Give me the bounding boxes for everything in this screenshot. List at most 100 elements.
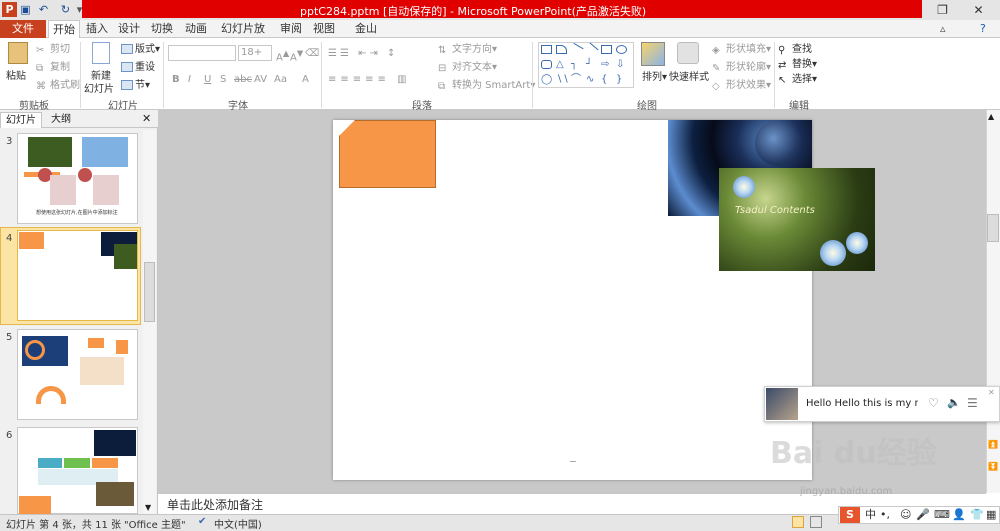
shape-effects-button[interactable]: ◇ 形状效果▾: [712, 79, 771, 92]
redo-icon[interactable]: ↻: [58, 2, 73, 17]
section-button[interactable]: 节▾: [121, 79, 150, 92]
copy-button[interactable]: ⧉ 复制: [36, 61, 70, 74]
paste-button[interactable]: 粘贴: [6, 67, 26, 82]
underline-button[interactable]: U: [204, 73, 211, 86]
slides-pane-scrollbar[interactable]: [143, 130, 156, 514]
sorter-view-icon[interactable]: [810, 516, 822, 528]
cut-button[interactable]: ✂ 剪切: [36, 43, 70, 56]
square-shape-icon[interactable]: [601, 45, 612, 54]
customize-qat-icon[interactable]: ▾: [72, 2, 87, 17]
heart-icon[interactable]: ♡: [928, 396, 939, 410]
user-icon[interactable]: 👤: [952, 507, 966, 523]
theme-name[interactable]: "Office 主题": [124, 516, 186, 531]
tab-review[interactable]: 审阅: [280, 20, 302, 38]
new-slide-button-line2[interactable]: 幻灯片: [84, 80, 114, 95]
align-buttons-icon[interactable]: ≡≡≡≡≡ ▥: [328, 73, 411, 86]
spellcheck-icon[interactable]: ✔: [198, 516, 206, 527]
select-button[interactable]: ↖ 选择▾: [778, 73, 817, 86]
close-popup-icon[interactable]: ✕: [988, 388, 995, 397]
font-color-icon[interactable]: A: [302, 73, 309, 86]
find-button[interactable]: ⚲ 查找: [778, 43, 812, 56]
notes-placeholder[interactable]: 单击此处添加备注: [167, 496, 263, 513]
grow-font-icon[interactable]: A▲: [276, 47, 289, 64]
language-indicator[interactable]: 中文(中国): [214, 516, 262, 531]
normal-view-icon[interactable]: [792, 516, 804, 528]
arrange-icon[interactable]: [641, 42, 665, 66]
rounded-rect-shape-icon[interactable]: [541, 60, 552, 69]
text-direction-button[interactable]: ⇅ 文字方向▾: [438, 43, 497, 56]
down-arrow-shape-icon[interactable]: ⇩: [616, 60, 627, 70]
prev-slide-icon[interactable]: ⏫: [988, 440, 998, 450]
tab-view[interactable]: 视图: [313, 20, 335, 38]
restore-window-icon[interactable]: ❐: [930, 1, 955, 19]
clear-format-icon[interactable]: ⌫: [305, 47, 319, 60]
tab-design[interactable]: 设计: [118, 20, 140, 38]
tab-file[interactable]: 文件: [0, 20, 46, 38]
font-size-input[interactable]: 18+: [238, 45, 272, 61]
text-box-shape-icon[interactable]: [556, 45, 567, 54]
elbow-arrow-icon[interactable]: ┘: [586, 60, 597, 70]
powerpoint-app-icon[interactable]: P: [2, 2, 17, 17]
paste-icon[interactable]: [8, 42, 28, 64]
align-text-button[interactable]: ⊟ 对齐文本▾: [438, 61, 497, 74]
quick-styles-button[interactable]: 快速样式: [669, 68, 709, 83]
shadow-button[interactable]: S: [220, 73, 226, 86]
rounded-shape-icon[interactable]: ◯: [541, 75, 552, 85]
arrange-button[interactable]: 排列▾: [642, 68, 667, 83]
volume-icon[interactable]: 🔈: [947, 396, 961, 409]
elbow-connector-icon[interactable]: ┐: [571, 60, 582, 70]
collapse-ribbon-icon[interactable]: ▵: [940, 22, 946, 35]
tab-jinshan-pdf[interactable]: 金山PDF: [346, 20, 386, 53]
ime-mode[interactable]: 中: [865, 507, 876, 523]
reset-button[interactable]: 重设: [121, 61, 155, 74]
scroll-down-arrow-icon[interactable]: ▼: [145, 503, 151, 512]
tab-slides[interactable]: 幻灯片: [0, 112, 42, 128]
rectangle-shape-icon[interactable]: [541, 45, 552, 54]
replace-button[interactable]: ⇄ 替换▾: [778, 58, 817, 71]
shape-outline-button[interactable]: ✎ 形状轮廓▾: [712, 61, 771, 74]
brace-close-shape-icon[interactable]: }: [616, 75, 627, 85]
font-name-input[interactable]: [168, 45, 236, 61]
tab-animations[interactable]: 动画: [185, 20, 207, 38]
layout-button[interactable]: 版式▾: [121, 43, 160, 56]
brace-shape-icon[interactable]: {: [601, 75, 612, 85]
tab-slideshow[interactable]: 幻灯片放映: [218, 20, 268, 53]
next-slide-icon[interactable]: ⏬: [988, 462, 998, 472]
right-arrow-shape-icon[interactable]: ⇨: [601, 60, 612, 70]
editor-scroll-thumb[interactable]: [987, 214, 999, 242]
char-spacing-button[interactable]: AV: [254, 73, 267, 86]
voice-icon[interactable]: 🎤: [916, 507, 930, 523]
shrink-font-icon[interactable]: A▼: [290, 47, 303, 64]
help-icon[interactable]: ?: [980, 22, 986, 35]
smartart-button[interactable]: ⧉转换为 SmartArt▾: [438, 79, 535, 92]
skin-icon[interactable]: 👕: [970, 507, 984, 523]
keyboard-icon[interactable]: ⌨: [934, 507, 950, 523]
editor-scrollbar[interactable]: [986, 110, 1000, 493]
triangle-shape-icon[interactable]: △: [556, 60, 567, 70]
slides-pane-scroll-thumb[interactable]: [144, 262, 155, 322]
undo-icon[interactable]: ↶: [36, 2, 51, 17]
playlist-icon[interactable]: ☰: [967, 396, 978, 410]
tab-home[interactable]: 开始: [48, 20, 80, 39]
shape-fill-button[interactable]: ◈ 形状填充▾: [712, 43, 771, 56]
lines-shape-icon[interactable]: ∖∖: [556, 75, 569, 85]
freeform-shape-icon[interactable]: ⌒: [571, 75, 582, 85]
tab-insert[interactable]: 插入: [86, 20, 108, 38]
strikethrough-button[interactable]: abc: [234, 73, 252, 86]
format-painter-button[interactable]: ⌘ 格式刷: [36, 79, 80, 92]
curve-shape-icon[interactable]: ∿: [586, 75, 597, 85]
close-window-icon[interactable]: ✕: [966, 1, 991, 19]
orange-snip-rectangle-shape[interactable]: [339, 120, 436, 188]
quick-styles-icon[interactable]: [677, 42, 699, 64]
oval-shape-icon[interactable]: [616, 45, 627, 54]
italic-button[interactable]: I: [188, 73, 191, 86]
grid-icon[interactable]: ▦: [986, 507, 996, 523]
bold-button[interactable]: B: [172, 73, 180, 86]
save-icon[interactable]: ▣: [18, 2, 33, 17]
sogou-logo-icon[interactable]: S: [840, 507, 860, 523]
ime-punctuation[interactable]: •,: [880, 507, 890, 523]
scroll-up-arrow-icon[interactable]: ▲: [988, 112, 994, 121]
tab-outline[interactable]: 大纲: [46, 112, 76, 128]
new-slide-icon[interactable]: [92, 42, 110, 64]
change-case-button[interactable]: Aa: [274, 73, 287, 86]
